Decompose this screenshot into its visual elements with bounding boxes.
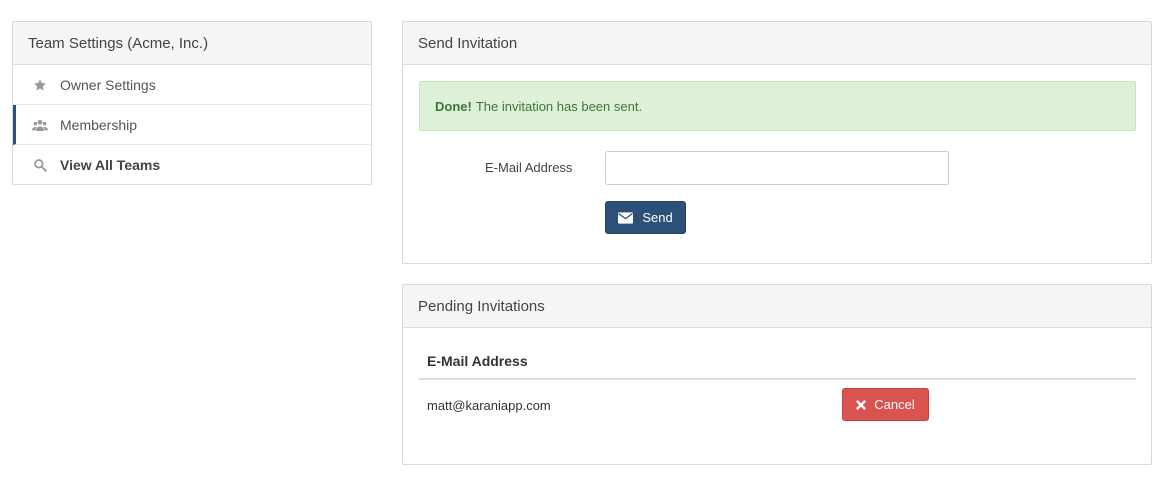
star-icon [32,77,48,93]
pending-invite-email: matt@karaniapp.com [427,398,551,413]
email-field[interactable] [605,151,949,185]
pending-invitations-title: Pending Invitations [403,285,1151,328]
sidebar-item-label: View All Teams [60,157,161,173]
team-settings-title: Team Settings (Acme, Inc.) [13,22,371,65]
send-invitation-panel: Send Invitation Done! The invitation has… [402,21,1152,264]
sidebar-item-view-all-teams[interactable]: View All Teams [13,145,371,185]
send-invitation-title: Send Invitation [403,22,1151,65]
cancel-invite-button[interactable]: Cancel [842,388,929,421]
sidebar-item-label: Membership [60,116,138,133]
sidebar-item-label: Owner Settings [60,76,156,93]
users-icon [32,117,48,133]
times-icon [856,399,866,410]
pending-invitations-panel: Pending Invitations E-Mail Address matt@… [402,284,1152,465]
cancel-button-label: Cancel [874,397,915,412]
team-settings-panel: Team Settings (Acme, Inc.) Owner Setting… [12,21,372,185]
sidebar-item-owner-settings[interactable]: Owner Settings [13,65,371,105]
send-button-label: Send [642,210,673,225]
search-icon [32,157,48,173]
send-button[interactable]: Send [605,201,686,234]
success-alert: Done! The invitation has been sent. [419,81,1136,131]
page: Team Settings (Acme, Inc.) Owner Setting… [0,0,1176,487]
email-field-label: E-Mail Address [485,160,573,175]
email-column-header: E-Mail Address [419,343,1136,380]
alert-message: The invitation has been sent. [475,98,643,114]
sidebar-item-membership[interactable]: Membership [13,105,371,145]
envelope-icon [618,211,634,224]
alert-strong-text: Done! [435,98,472,114]
